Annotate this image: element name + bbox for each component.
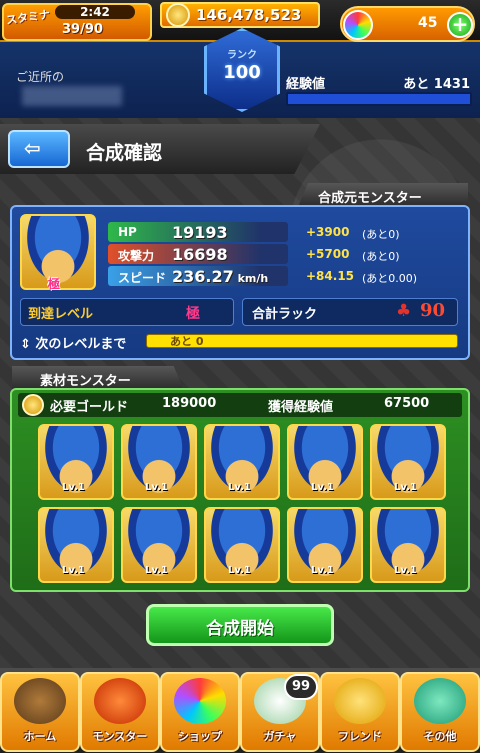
orb-count: 45 <box>418 15 438 31</box>
gacha-count-badge: 99 <box>284 674 318 700</box>
location-label: ご近所の <box>16 70 65 84</box>
nav-label: ショップ <box>178 730 222 743</box>
max-level-badge: 極 <box>48 277 61 291</box>
orb-icon <box>343 10 373 40</box>
material-level-label: Lv.1 <box>228 482 251 493</box>
rank-label: ランク <box>227 50 257 61</box>
gained-exp-label: 獲得経験値 <box>268 400 334 415</box>
required-gold-label: 必要ゴールド <box>50 400 129 415</box>
material-level-label: Lv.1 <box>394 482 417 493</box>
stat-unit: km/h <box>233 272 269 285</box>
base-section-label: 合成元モンスター <box>318 191 422 206</box>
stat-value-0: 19193 <box>172 223 228 242</box>
add-orb-button[interactable]: + <box>447 12 473 38</box>
friend-balloon-icon <box>334 678 386 724</box>
nav-label: ガチャ <box>263 730 297 743</box>
material-level-label: Lv.1 <box>311 482 334 493</box>
stat-plus-1: +5700 <box>306 247 350 261</box>
stat-remaining-1: (あと0) <box>362 250 400 263</box>
stat-value-1: 16698 <box>172 245 228 264</box>
material-level-label: Lv.1 <box>62 565 85 576</box>
nav-label: モンスター <box>92 730 148 743</box>
exp-bar <box>286 92 472 106</box>
nav-label: ホーム <box>23 730 57 743</box>
luck-label: 合計ラック <box>252 307 318 322</box>
monster-icon <box>94 678 146 724</box>
page-title: 合成確認 <box>86 142 163 164</box>
stat-plus-0: +3900 <box>306 225 350 239</box>
material-section-label: 素材モンスター <box>40 374 131 389</box>
required-gold-value: 189000 <box>162 396 217 411</box>
rank-value: 100 <box>223 62 261 83</box>
clover-icon: ♣ <box>396 301 412 321</box>
exp-remaining: あと 1431 <box>403 77 470 92</box>
reach-level-value: 極 <box>186 306 200 322</box>
gold-coin-icon <box>166 3 190 27</box>
nav-label: その他 <box>423 730 457 743</box>
stat-label-2: スピード <box>118 271 167 285</box>
stat-remaining-0: (あと0) <box>362 228 400 241</box>
gold-amount: 146,478,523 <box>196 6 302 24</box>
stamina-value: 39/90 <box>62 22 103 37</box>
material-level-label: Lv.1 <box>394 565 417 576</box>
next-level-label-text: 次のレベルまで <box>35 337 127 352</box>
material-level-label: Lv.1 <box>228 565 251 576</box>
stat-plus-2: +84.15 <box>306 269 355 283</box>
gold-coin-icon <box>22 394 44 416</box>
back-arrow-icon: ⇦ <box>24 136 41 160</box>
material-level-label: Lv.1 <box>311 565 334 576</box>
next-level-text: あと 0 <box>170 335 204 348</box>
start-fusion-label: 合成開始 <box>206 619 274 639</box>
shop-orb-icon <box>174 678 226 724</box>
stat-remaining-2: (あと0.00) <box>362 272 418 285</box>
exp-label: 経験値 <box>286 77 326 92</box>
other-icon <box>414 678 466 724</box>
stat-label-0: HP <box>118 225 137 239</box>
nav-label: フレンド <box>338 730 382 743</box>
stat-label-1: 攻撃力 <box>118 249 155 263</box>
reach-level-label: 到達レベル <box>28 307 94 322</box>
blurred-name <box>22 86 122 106</box>
next-level-label: ⇕ 次のレベルまで <box>20 337 127 352</box>
stamina-timer: 2:42 <box>55 5 135 19</box>
material-level-label: Lv.1 <box>145 565 168 576</box>
gained-exp-value: 67500 <box>384 396 430 411</box>
home-icon <box>14 678 66 724</box>
luck-value: 90 <box>420 300 446 321</box>
stat-value-2: 236.27 km/h <box>172 267 269 286</box>
material-level-label: Lv.1 <box>145 482 168 493</box>
material-level-label: Lv.1 <box>62 482 85 493</box>
